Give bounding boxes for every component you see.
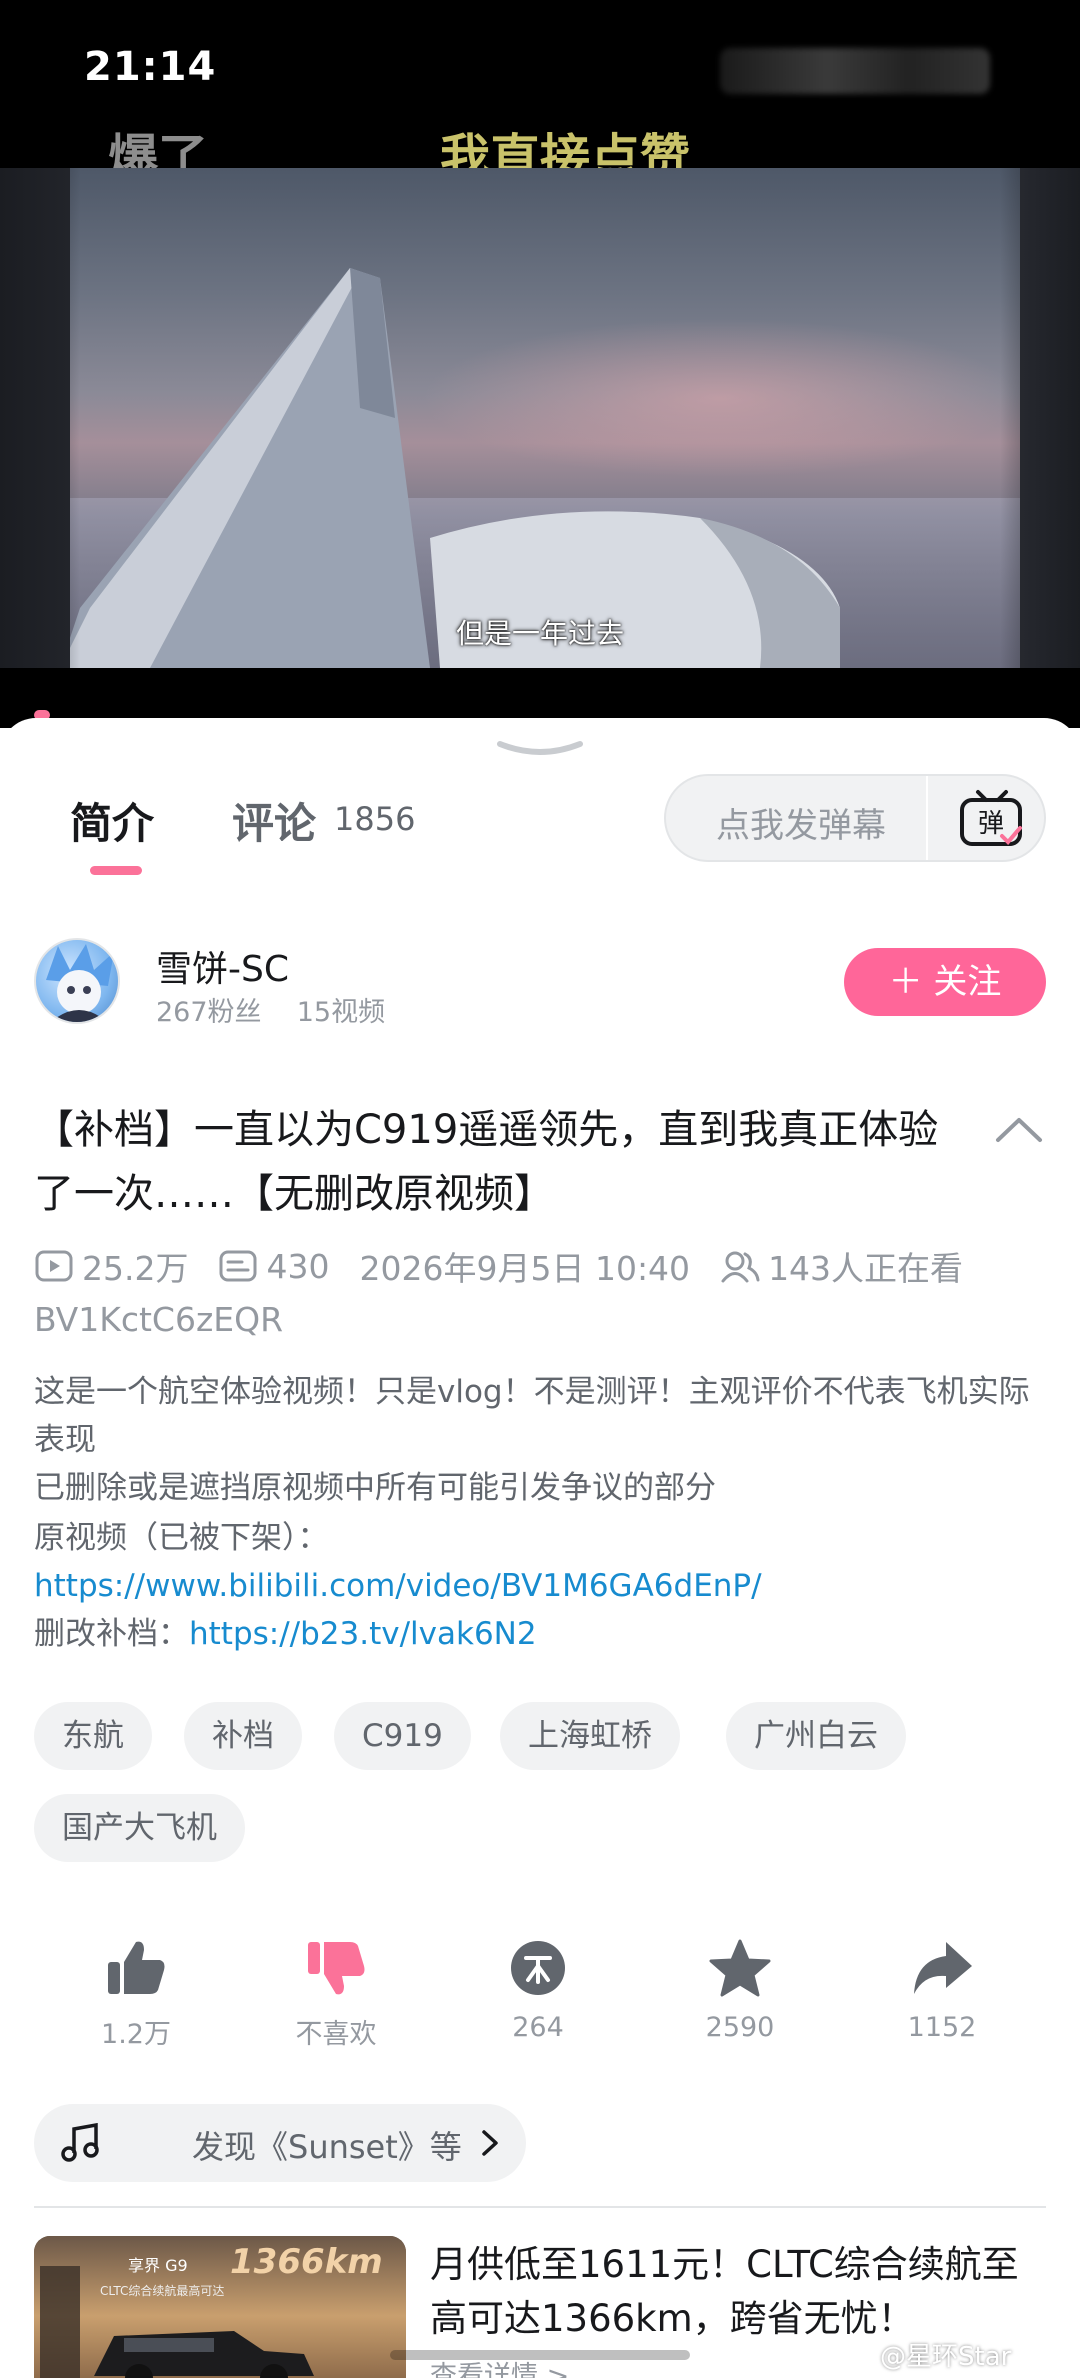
description-line-3: 原视频（已被下架）： https://www.bilibili.com/video…	[34, 1514, 1054, 1610]
video-detail-sheet: 简介 评论 1856 点我发弹幕 弹 雪饼-SC 267粉丝 15视频 ＋ 关注…	[0, 718, 1080, 2378]
video-subtitle: 但是一年过去	[455, 617, 624, 650]
tag-item[interactable]: 国产大飞机	[34, 1794, 245, 1862]
window-frame-left	[0, 168, 80, 668]
coin-icon	[511, 1941, 565, 1995]
svg-text:弹: 弹	[978, 809, 1004, 839]
publish-time: 2026年9月5日 10:40	[359, 1249, 691, 1288]
status-bar: 21:14 爆了 我直接点赞	[0, 0, 1080, 187]
ad-range-text: 1366km	[230, 2242, 383, 2282]
author-name[interactable]: 雪饼-SC	[156, 940, 289, 992]
chevron-up-icon[interactable]	[994, 1114, 1044, 1144]
danmaku-count-icon	[219, 1250, 257, 1282]
original-video-link[interactable]: https://www.bilibili.com/video/BV1M6GA6d…	[34, 1568, 762, 1604]
coin-count: 264	[512, 2012, 564, 2043]
ad-brand-text: 享界 G9	[128, 2256, 188, 2275]
favorite-count: 2590	[705, 2012, 775, 2043]
view-count: 25.2万	[82, 1249, 189, 1288]
music-discovery-bar[interactable]: 发现《Sunset》等	[34, 2104, 526, 2182]
watermark: @星环Star	[880, 2342, 1012, 2372]
home-indicator[interactable]	[390, 2350, 690, 2360]
share-button[interactable]: 1152	[872, 1938, 1012, 2043]
description-line-1: 这是一个航空体验视频！只是vlog！不是测评！主观评价不代表飞机实际表现	[34, 1374, 1030, 1458]
danmaku-placeholder: 点我发弹幕	[716, 806, 886, 846]
danmaku-count: 430	[266, 1246, 330, 1286]
description-line-4: 删改补档：https://b23.tv/lvak6N2	[34, 1610, 1054, 1658]
sheet-handle-icon[interactable]	[496, 738, 584, 758]
action-bar: 1.2万 不喜欢 264 2590 1152	[0, 1938, 1080, 2078]
tag-item[interactable]: 补档	[184, 1702, 302, 1770]
danmaku-input[interactable]: 点我发弹幕 弹	[664, 774, 1046, 862]
star-icon	[709, 1939, 771, 1997]
reupload-label: 删改补档：	[34, 1616, 189, 1652]
music-text: 发现《Sunset》等	[192, 2128, 462, 2166]
share-icon	[914, 1942, 972, 1994]
tab-intro[interactable]: 简介	[70, 790, 154, 851]
like-count: 1.2万	[101, 2019, 171, 2050]
share-count: 1152	[907, 2012, 977, 2043]
watching-count: 143人正在看	[768, 1249, 964, 1288]
chevron-right-icon	[482, 2130, 498, 2156]
active-tab-indicator	[90, 866, 142, 875]
author-avatar[interactable]	[34, 938, 120, 1024]
danmaku-divider	[926, 776, 928, 860]
play-count-icon	[35, 1250, 73, 1282]
author-stats: 267粉丝 15视频	[156, 990, 385, 1029]
follow-button[interactable]: ＋ 关注	[844, 948, 1046, 1016]
dislike-label: 不喜欢	[295, 2019, 377, 2050]
tag-item[interactable]: C919	[334, 1702, 471, 1770]
ad-title[interactable]: 月供低至1611元！CLTC综合续航至高可达1366km，跨省无忧！	[430, 2238, 1050, 2346]
window-frame-right	[1000, 168, 1080, 668]
tag-item[interactable]: 东航	[34, 1702, 152, 1770]
like-button[interactable]: 1.2万	[66, 1938, 206, 2051]
ad-image[interactable]: 享界 G9 1366km CLTC综合续航最高可达	[34, 2236, 406, 2378]
tag-item[interactable]: 广州白云	[726, 1702, 906, 1770]
thumbs-up-icon	[108, 1941, 165, 1994]
description-line-2: 已删除或是遮挡原视频中所有可能引发争议的部分	[34, 1470, 716, 1506]
tab-comments[interactable]: 评论	[232, 790, 316, 851]
music-note-icon	[61, 2123, 99, 2162]
bvid[interactable]: BV1KctC6zEQR	[34, 1300, 283, 1339]
ad-sub-text: CLTC综合续航最高可达	[100, 2284, 225, 2298]
reupload-link[interactable]: https://b23.tv/lvak6N2	[189, 1616, 537, 1652]
author-videos: 15视频	[296, 997, 386, 1028]
video-player[interactable]	[0, 168, 1080, 668]
danmaku-toggle-icon[interactable]: 弹	[956, 788, 1028, 850]
video-title: 【补档】一直以为C919遥遥领先，直到我真正体验了一次……【无删改原视频】	[34, 1107, 939, 1217]
coin-button[interactable]: 264	[468, 1938, 608, 2043]
original-video-label: 原视频（已被下架）：	[34, 1520, 329, 1556]
status-icons-blurred	[720, 48, 990, 94]
author-fans: 267粉丝	[156, 997, 262, 1028]
favorite-button[interactable]: 2590	[670, 1938, 810, 2043]
tag-item[interactable]: 上海虹桥	[500, 1702, 680, 1770]
dislike-button[interactable]: 不喜欢	[266, 1938, 406, 2051]
airplane-wing-image	[0, 168, 1080, 668]
comments-count: 1856	[334, 800, 416, 838]
watching-people-icon	[721, 1251, 760, 1283]
video-meta-row: 25.2万 430 2026年9月5日 10:40 143人正在看	[34, 1244, 993, 1288]
divider	[34, 2206, 1046, 2208]
status-time: 21:14	[84, 44, 217, 90]
thumbs-down-icon	[308, 1942, 365, 1995]
